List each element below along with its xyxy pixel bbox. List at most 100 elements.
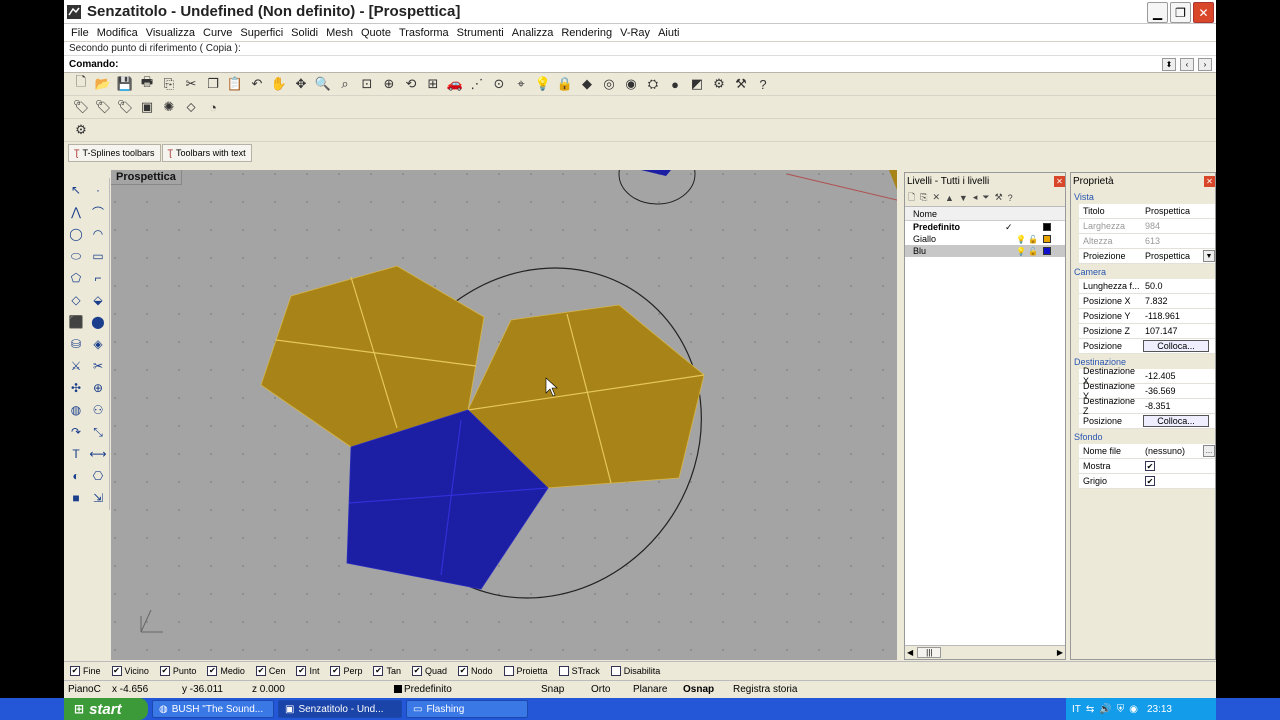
ruler-icon[interactable]: ⬦ — [180, 97, 202, 117]
copy-icon[interactable]: ❐ — [202, 74, 224, 94]
osnap-int[interactable]: ✔ Int — [296, 665, 319, 676]
osnap-cen[interactable]: ✔ Cen — [255, 665, 285, 676]
menu-analizza[interactable]: Analizza — [508, 27, 558, 39]
surface-icon[interactable]: ◇ — [66, 290, 86, 310]
checkbox[interactable] — [610, 665, 621, 676]
chevron-down-icon[interactable]: ▼ — [1203, 250, 1215, 262]
menu-visualizza[interactable]: Visualizza — [142, 27, 199, 39]
update-icon[interactable]: ◉ — [1129, 704, 1138, 715]
tab-toolbars-with-text[interactable]: Ʈ Toolbars with text — [161, 144, 252, 162]
minimize-button[interactable]: ▁ — [1147, 2, 1168, 23]
tag-settings-icon[interactable]: 🏷 — [92, 97, 114, 117]
layers-name-column[interactable]: Nome — [913, 209, 937, 219]
start-button[interactable]: ⊞ start — [64, 698, 148, 720]
lightbulb-icon[interactable]: 💡 — [1015, 235, 1027, 244]
import-icon[interactable]: ⎘ — [158, 74, 180, 94]
new-file-icon[interactable]: 🗋 — [70, 74, 92, 94]
viewport-label[interactable]: Prospettica — [111, 170, 182, 185]
new-sublayer-icon[interactable]: ⎘ — [920, 192, 927, 203]
orto-toggle[interactable]: Orto — [591, 684, 610, 695]
rotate-icon[interactable]: ↷ — [66, 422, 86, 442]
taskbar-item-firefox[interactable]: ◍ BUSH "The Sound... — [152, 700, 274, 718]
help-icon[interactable]: ? — [1008, 193, 1013, 203]
lightbulb-icon[interactable]: 💡 — [1015, 247, 1027, 256]
new-layer-icon[interactable]: 🗋 — [908, 190, 915, 206]
osnap-strack[interactable]: STrack — [558, 665, 600, 676]
tools-icon[interactable]: ⚒ — [995, 192, 1003, 203]
menu-trasforma[interactable]: Trasforma — [395, 27, 453, 39]
filter-icon[interactable]: ⏷ — [982, 192, 989, 203]
menu-mesh[interactable]: Mesh — [322, 27, 357, 39]
render-icon[interactable]: ◉ — [620, 74, 642, 94]
prop-value[interactable]: -36.569 — [1141, 386, 1215, 396]
cut-icon[interactable]: ✂ — [180, 74, 202, 94]
snap-toggle[interactable]: Snap — [541, 684, 564, 695]
tab-tsplines-toolbars[interactable]: Ʈ T-Splines toolbars — [68, 144, 161, 162]
split-icon[interactable]: ⚔ — [66, 356, 86, 376]
tag-material-icon[interactable]: 🏷 — [114, 97, 136, 117]
osnap-punto[interactable]: ✔ Punto — [159, 665, 196, 676]
prop-value[interactable]: -8.351 — [1141, 401, 1215, 411]
browse-button[interactable]: … — [1203, 445, 1215, 457]
projection-select[interactable]: Prospettica — [1141, 251, 1203, 261]
osnap-toggle[interactable]: Osnap — [683, 684, 714, 695]
prop-value[interactable]: 107.147 — [1141, 326, 1215, 336]
checkbox[interactable] — [558, 665, 569, 676]
help-icon[interactable]: ? — [752, 74, 774, 94]
menu-solidi[interactable]: Solidi — [287, 27, 322, 39]
close-button[interactable]: ✕ — [1193, 2, 1214, 23]
menu-strumenti[interactable]: Strumenti — [453, 27, 508, 39]
checkbox[interactable]: ✔ — [255, 665, 266, 676]
gear-icon[interactable]: ⚙ — [70, 120, 92, 140]
delete-layer-icon[interactable]: ✕ — [932, 192, 940, 203]
planare-toggle[interactable]: Planare — [633, 684, 667, 695]
move-up-icon[interactable]: ▲ — [945, 193, 954, 203]
osnap-nodo[interactable]: ✔ Nodo — [458, 665, 493, 676]
close-icon[interactable]: ✕ — [1054, 175, 1065, 187]
prop-value[interactable]: -12.405 — [1141, 371, 1215, 381]
taskbar-item-rhino[interactable]: ▣ Senzatitolo - Und... — [278, 700, 402, 718]
solid-box-icon[interactable]: ■ — [66, 488, 86, 508]
layer-row[interactable]: Predefinito ✓ — [905, 221, 1065, 233]
checkbox[interactable]: ✔ — [70, 665, 80, 676]
layer-row[interactable]: Giallo 💡 🔓 — [905, 233, 1065, 245]
colloca-target-button[interactable]: Colloca... — [1143, 415, 1209, 427]
menu-vray[interactable]: V-Ray — [616, 27, 654, 39]
point-icon[interactable]: · — [88, 180, 108, 200]
prop-value[interactable]: 7.832 — [1141, 296, 1215, 306]
undo-icon[interactable]: ↶ — [246, 74, 268, 94]
curve-icon[interactable]: ⌒ — [88, 202, 108, 222]
menu-curve[interactable]: Curve — [199, 27, 236, 39]
checkbox[interactable]: ✔ — [411, 665, 422, 676]
cube-icon[interactable]: ▣ — [136, 97, 158, 117]
cylinder-icon[interactable]: ⛁ — [66, 334, 86, 354]
menu-modifica[interactable]: Modifica — [93, 27, 142, 39]
colloca-camera-button[interactable]: Colloca... — [1143, 340, 1209, 352]
layer-icon[interactable]: ◆ — [576, 74, 598, 94]
volume-icon[interactable]: 🔊 — [1099, 704, 1111, 715]
scroll-left-icon[interactable]: ◀ — [907, 648, 913, 657]
arc-icon[interactable]: ◠ — [88, 224, 108, 244]
vray-options-icon[interactable]: ◩ — [686, 74, 708, 94]
rectangle-icon[interactable]: ▭ — [88, 246, 108, 266]
unlock-icon[interactable]: 🔓 — [1027, 235, 1039, 244]
checkbox[interactable]: ✔ — [458, 665, 469, 676]
restore-button[interactable]: ❐ — [1170, 2, 1191, 23]
checkbox[interactable]: ✔ — [111, 665, 122, 676]
render-preview-icon[interactable]: ◐ — [66, 466, 86, 486]
render-sphere-icon[interactable]: ● — [664, 74, 686, 94]
save-icon[interactable]: 💾 — [114, 74, 136, 94]
sun-icon[interactable]: ✺ — [158, 97, 180, 117]
mostra-checkbox[interactable]: ✔ — [1145, 461, 1155, 471]
scroll-thumb-icon[interactable]: ||| — [917, 647, 942, 658]
checkbox[interactable] — [503, 665, 514, 676]
render-mesh-icon[interactable]: ⛭ — [642, 74, 664, 94]
rotate-view-icon[interactable]: ⟲ — [400, 74, 422, 94]
pan-hand-icon[interactable]: ✋ — [268, 74, 290, 94]
osnap-quad[interactable]: ✔ Quad — [411, 665, 447, 676]
explode-icon[interactable]: ✣ — [66, 378, 86, 398]
boolean-icon[interactable]: ◍ — [66, 400, 86, 420]
open-file-icon[interactable]: 📂 — [92, 74, 114, 94]
analyze-icon[interactable]: ⎔ — [88, 466, 108, 486]
polygon-icon[interactable]: ⬠ — [66, 268, 86, 288]
